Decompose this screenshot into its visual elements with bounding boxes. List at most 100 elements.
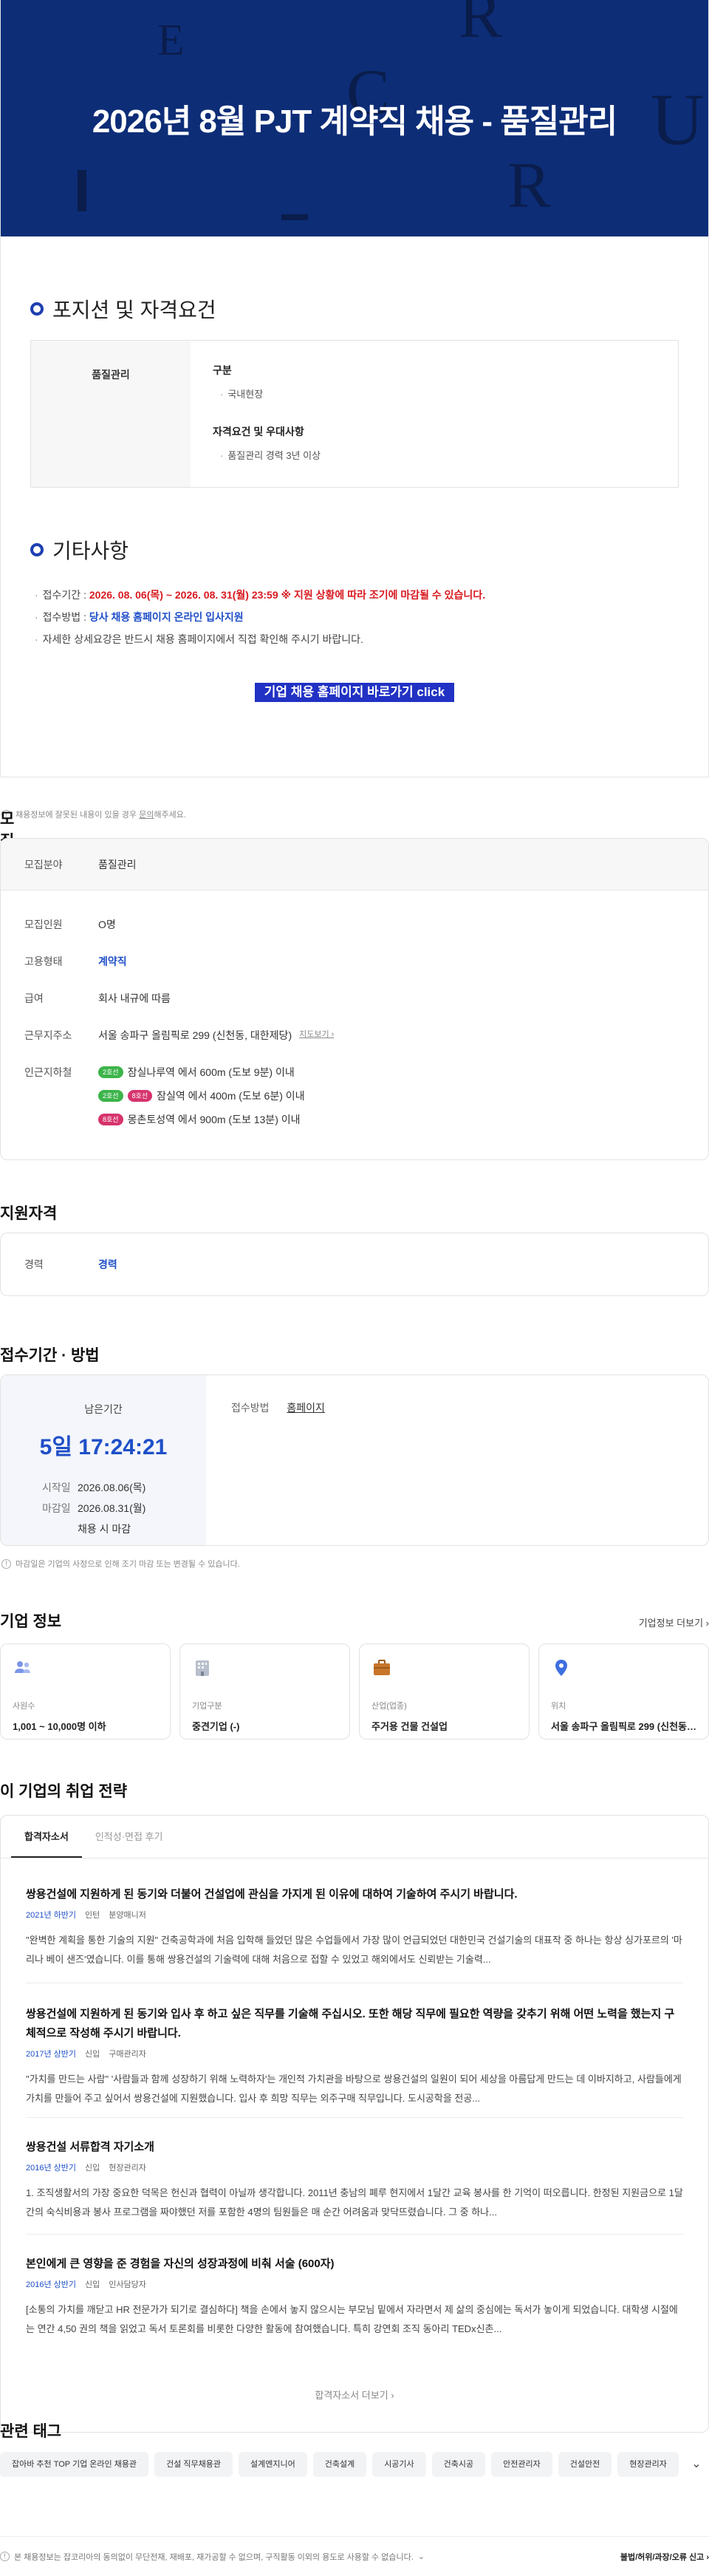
tag-item[interactable]: 현장관리자 [617,2452,679,2477]
end-date: 2026.08.31(월) [78,1502,146,1514]
report-link[interactable]: 불법/허위/과장/오류 신고 › [620,2551,709,2563]
essay-item[interactable]: 쌍용건설 서류합격 자기소개 2016년 상반기 신입 현장관리자 1. 조직생활서… [1,2138,708,2222]
recruit-card: 모집분야 품질관리 모집인원 O명 고용형태 계약직 급여 회사 내규에 따름 … [0,838,709,1160]
posting-title: 2026년 8월 PJT 계약직 채용 - 품질관리 [92,103,617,140]
tag-list: 잡아바 추천 TOP 기업 온라인 채용관 건설 직무채용관 설계엔지니어 건축… [0,2452,709,2478]
tag-item[interactable]: 건설안전 [558,2452,612,2477]
tab-interview-reviews[interactable]: 인적성·면접 후기 [82,1816,177,1858]
chevron-down-icon[interactable]: ⌄ [684,2452,709,2477]
station-item: 8호선 몽촌토성역 에서 900m (도보 13분) 이내 [98,1112,305,1127]
detail-note: 자세한 상세요강은 반드시 채용 홈페이지에서 직접 확인해 주시기 바랍니다. [35,628,708,650]
tab-cover-letters[interactable]: 합격자소서 [11,1816,82,1858]
period-section: 접수기간 · 방법 남은기간 5일 17:24:21 시작일 2026.08.06… [0,1343,709,1569]
count-value: O명 [98,919,116,930]
footer-disclaimer: ! 본 채용정보는 잡코리아의 동의없이 무단전재, 재배포, 재가공할 수 없… [0,2551,425,2563]
remaining-panel: 남은기간 5일 17:24:21 시작일 2026.08.06(목) 마감일 202… [1,1375,206,1545]
station-list: 2호선 잠실나루역 에서 600m (도보 9분) 이내 2호선 8호선 잠실역… [98,1065,305,1136]
tag-item[interactable]: 설계엔지니어 [238,2452,307,2477]
period-item: 접수기간 : 2026. 08. 06(목) ~ 2026. 08. 31(월)… [35,584,708,606]
tag-item[interactable]: 안전관리자 [491,2452,552,2477]
career-label: 경력 [24,1258,44,1270]
method-label: 접수방법 [231,1402,270,1414]
chevron-down-icon[interactable]: ⌄ [418,2552,425,2561]
tag-item[interactable]: 잡아바 추천 TOP 기업 온라인 채용관 [0,2452,149,2477]
division-label: 구분 [213,364,232,376]
line-badge: 8호선 [98,1114,123,1125]
subway-label: 인근지하철 [24,1066,72,1078]
company-section: 기업 정보 기업정보 더보기 › 사원수 1,001 ~ 10,000명 이하 … [0,1609,709,1740]
deadline-notice: ! 마감일은 기업의 사정으로 인해 조기 마감 또는 변경될 수 있습니다. [1,1558,240,1570]
tag-item[interactable]: 건설 직무채용관 [154,2452,233,2477]
essay-item[interactable]: 본인에게 큰 영향을 준 경험을 자신의 성장과정에 비춰 서술 (600자) … [1,2255,708,2339]
error-notice: ! 채용정보에 잘못된 내용이 있을 경우 문의해주세요. [0,808,709,820]
info-icon: ! [1,1558,11,1569]
line-badge: 8호선 [127,1090,153,1102]
tag-item[interactable]: 건축시공 [431,2452,486,2477]
company-tile-industry: 산업(업종) 주거용 건물 건설업 [359,1643,530,1740]
type-value: 계약직 [98,955,127,967]
address-label: 근무지주소 [24,1029,72,1041]
period-card: 남은기간 5일 17:24:21 시작일 2026.08.06(목) 마감일 202… [0,1374,709,1546]
field-label: 모집분야 [24,858,63,870]
strategy-card: 합격자소서 인적성·면접 후기 쌍용건설에 지원하게 된 동기와 더불어 건설업… [0,1815,709,2433]
decor-letter: E [157,16,185,64]
tag-item[interactable]: 건축설계 [312,2452,367,2477]
job-posting: R E C U R 2026년 8월 PJT 계약직 채용 - 품질관리 포지션… [0,0,709,777]
company-tile-employees: 사원수 1,001 ~ 10,000명 이하 [0,1643,171,1740]
type-label: 고용형태 [24,955,63,967]
line-badge: 2호선 [98,1090,123,1102]
method-panel: 접수방법 홈페이지 [206,1375,325,1545]
company-title: 기업 정보 [0,1613,62,1630]
field-value: 품질관리 [98,858,137,870]
count-label: 모집인원 [24,919,63,930]
inquiry-link[interactable]: 문의 [139,811,154,820]
division-value: 국내현장 [220,386,656,401]
method-item: 접수방법 : 당사 채용 홈페이지 온라인 입사지원 [35,606,708,628]
briefcase-icon [374,1660,390,1675]
tags-section: 관련 태그 잡아바 추천 TOP 기업 온라인 채용관 건설 직무채용관 설계엔… [0,2419,709,2477]
qualification-section: 지원자격 경력 경력 [0,1202,709,1296]
qualification-card: 경력 경력 [0,1233,709,1296]
company-more-link[interactable]: 기업정보 더보기 › [639,1615,709,1629]
divider [26,2234,683,2235]
remaining-label: 남은기간 [84,1403,123,1415]
company-homepage-button[interactable]: 기업 채용 홈페이지 바로가기 click [255,683,454,702]
strategy-section: 이 기업의 취업 전략 합격자소서 인적성·면접 후기 쌍용건설에 지원하게 된… [0,1779,709,2433]
start-date: 2026.08.06(목) [78,1482,146,1493]
footer: ! 본 채용정보는 잡코리아의 동의없이 무단전재, 재배포, 재가공할 수 없… [0,2536,709,2576]
decor-letter: R [507,150,551,222]
pay-label: 급여 [24,992,44,1004]
qualification-title: 지원자격 [0,1205,58,1222]
essay-item[interactable]: 쌍용건설에 지원하게 된 동기와 더불어 건설업에 관심을 가지게 된 이유에 … [1,1885,708,1969]
requirements-detail: 구분 국내현장 자격요건 및 우대사항 품질관리 경력 3년 이상 [191,341,678,487]
etc-section-title: 기타사항 [30,535,708,565]
end-note: 채용 시 마감 [78,1523,131,1535]
circle-icon [30,302,44,316]
essay-item[interactable]: 쌍용건설에 지원하게 된 동기와 입사 후 하고 싶은 직무를 기술해 주십시오… [1,2005,708,2108]
tag-item[interactable]: 시공기사 [372,2452,426,2477]
posting-hero: R E C U R 2026년 8월 PJT 계약직 채용 - 품질관리 [1,0,708,236]
address-value: 서울 송파구 올림픽로 299 (신천동, 대한제당) [98,1029,292,1041]
etc-list: 접수기간 : 2026. 08. 06(목) ~ 2026. 08. 31(월)… [35,584,708,650]
info-icon: ! [0,2552,10,2561]
company-tile-location: 위치 서울 송파구 올림픽로 299 (신천동, 대한제당) [538,1643,709,1740]
circle-icon [30,543,44,556]
remaining-timer: 5일 17:24:21 [39,1435,168,1459]
qualification-label: 자격요건 및 우대사항 [213,426,304,437]
decor-bar [78,170,86,211]
qualification-value: 품질관리 경력 3년 이상 [220,448,656,462]
people-icon [15,1661,30,1673]
pay-value: 회사 내규에 따름 [98,992,171,1004]
tags-title: 관련 태그 [0,2423,62,2440]
strategy-title: 이 기업의 취업 전략 [0,1783,128,1800]
map-link[interactable]: 지도보기 › [299,1028,334,1065]
building-icon [196,1660,209,1676]
cover-letter-more-link[interactable]: 합격자소서 더보기 › [1,2388,708,2402]
position-section-title: 포지션 및 자격요건 [30,294,708,324]
decor-letter: R [459,0,502,52]
station-item: 2호선 잠실나루역 에서 600m (도보 9분) 이내 [98,1065,305,1080]
job-name: 품질관리 [92,369,130,381]
requirements-table: 품질관리 구분 국내현장 자격요건 및 우대사항 품질관리 경력 3년 이상 [30,340,679,488]
decor-bar [281,214,308,220]
homepage-link[interactable]: 홈페이지 [287,1402,325,1414]
